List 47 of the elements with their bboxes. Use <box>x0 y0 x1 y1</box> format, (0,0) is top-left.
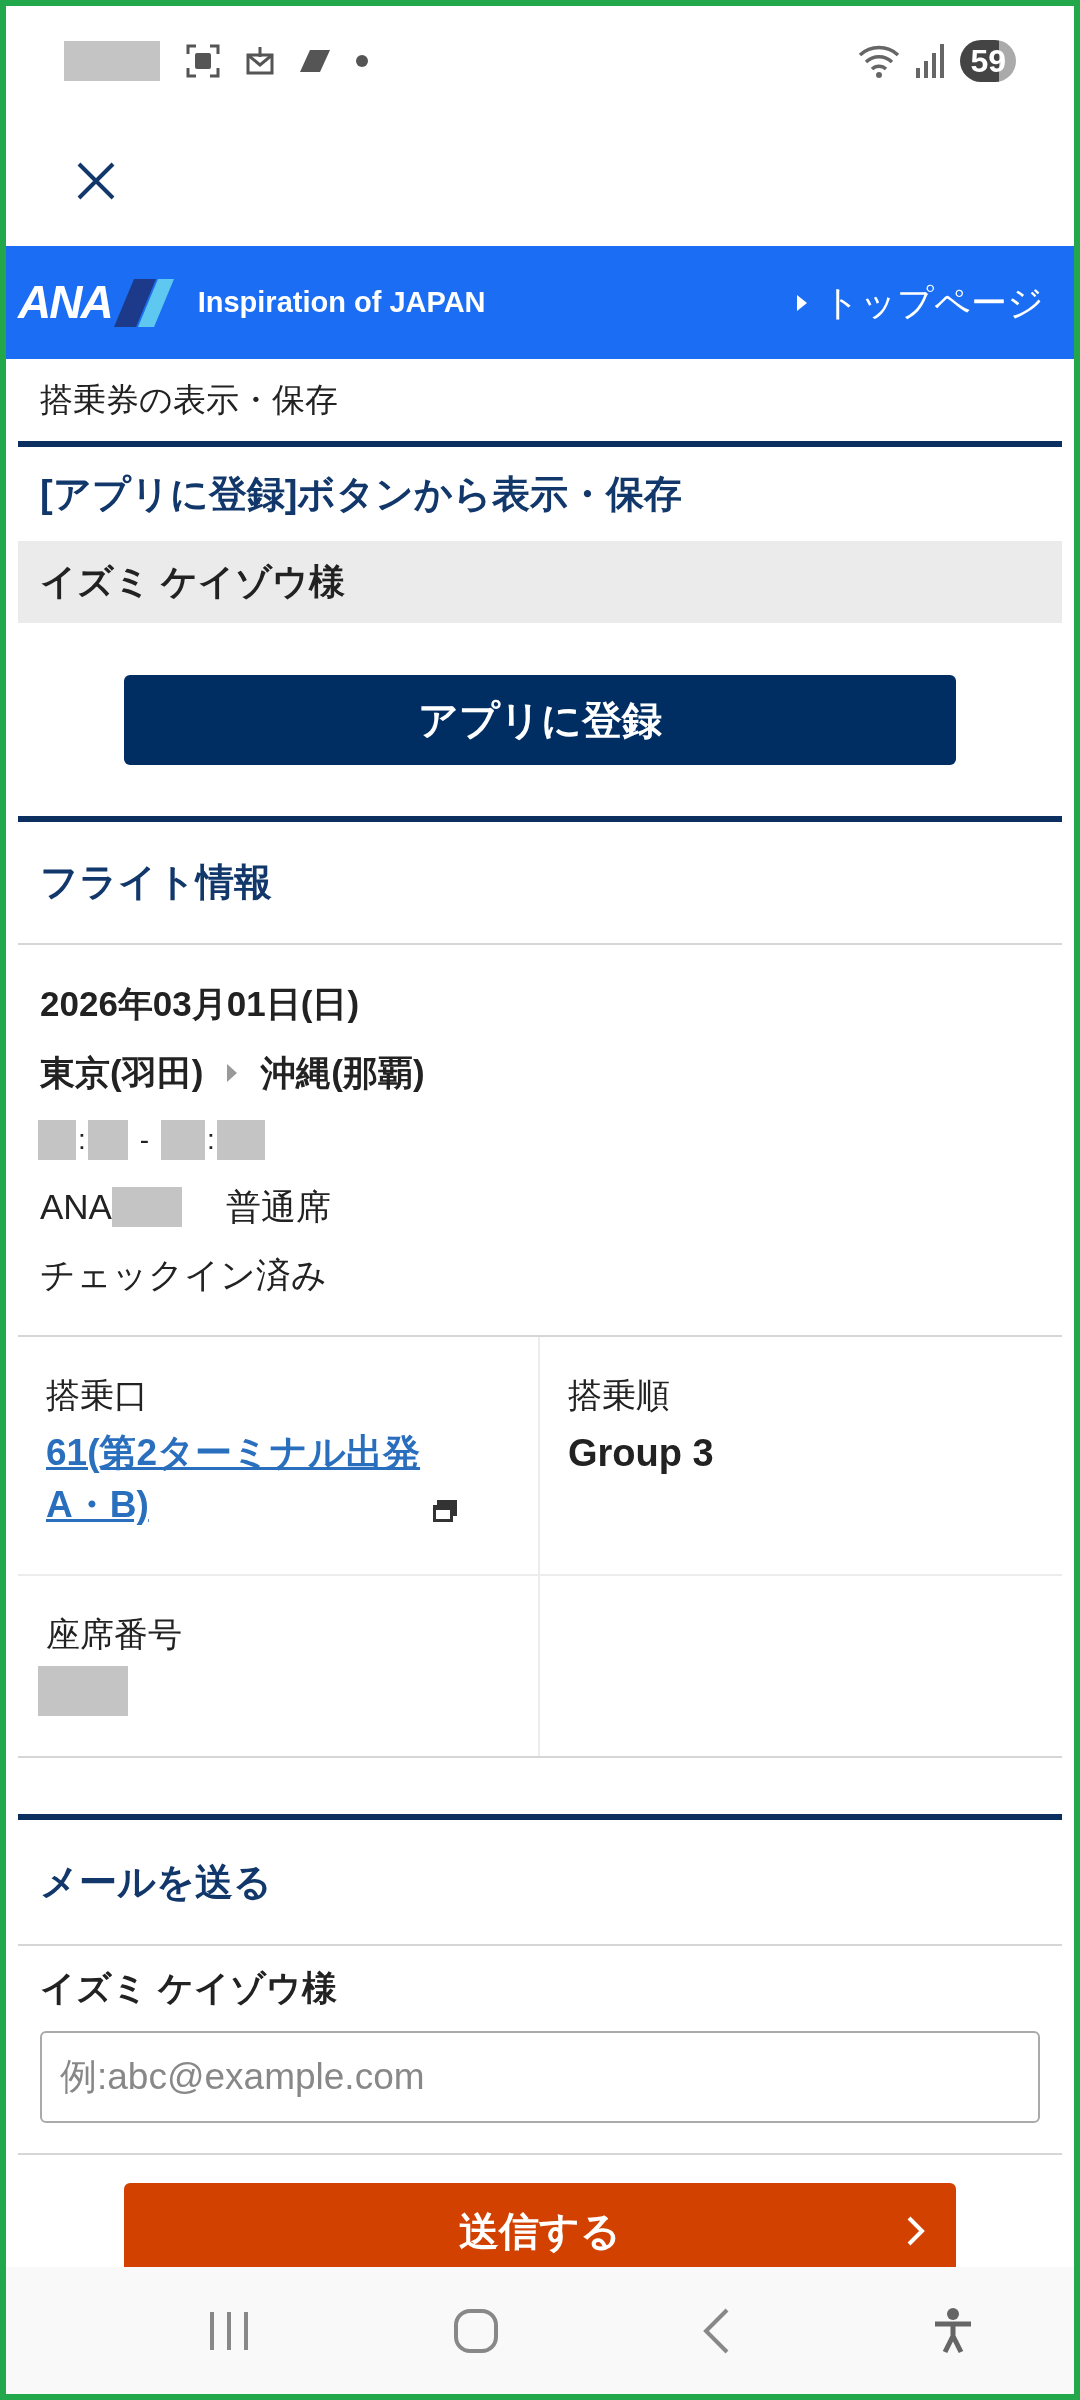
screenshot-icon <box>186 44 220 78</box>
triangle-icon <box>227 1064 238 1082</box>
boarding-group: Group 3 <box>568 1427 1034 1479</box>
dot-icon <box>356 55 368 67</box>
redaction-block <box>111 1187 182 1227</box>
boarding-gate-link[interactable]: 61(第2ターミナル出発 A・B) <box>46 1427 421 1531</box>
time-separator: : <box>207 1123 215 1157</box>
flight-date: 2026年03月01日(日) <box>40 983 361 1025</box>
passenger-name: イズミ ケイゾウ様 <box>40 1967 337 2010</box>
send-button[interactable]: 送信する <box>124 2183 956 2267</box>
mail-icon <box>246 47 274 75</box>
back-icon[interactable] <box>701 2307 730 2354</box>
section-title: フライト情報 <box>40 860 272 905</box>
breadcrumb: 搭乗券の表示・保存 <box>40 380 338 421</box>
cabin-class: 普通席 <box>225 1185 331 1228</box>
field-label: 搭乗口 <box>46 1375 149 1416</box>
airline-code: ANA <box>40 1185 112 1228</box>
departure-airport: 東京(羽田) <box>40 1051 204 1094</box>
redaction-block <box>38 1120 76 1160</box>
chevron-icon <box>906 2215 926 2247</box>
signal-icon <box>916 44 947 78</box>
passenger-name: イズミ ケイゾウ様 <box>40 560 345 604</box>
redaction-block <box>87 1120 128 1160</box>
time-separator: : <box>78 1123 86 1157</box>
parallelogram-icon <box>300 50 330 72</box>
redaction-block <box>161 1120 206 1160</box>
time-separator: - <box>139 1123 150 1157</box>
field-label: 搭乗順 <box>568 1375 671 1416</box>
recent-apps-icon[interactable] <box>207 2309 250 2352</box>
brand-logo: ANA <box>18 275 112 330</box>
home-icon[interactable] <box>452 2307 499 2354</box>
email-field[interactable]: 例:abc@example.com <box>40 2031 1040 2123</box>
battery-indicator: 59 <box>960 40 1016 82</box>
accessibility-icon[interactable] <box>932 2307 973 2354</box>
redaction-block <box>216 1120 265 1160</box>
section-title: [アプリに登録]ボタンから表示・保存 <box>40 471 683 517</box>
brand-tagline: Inspiration of JAPAN <box>197 284 486 320</box>
window-icon <box>432 1499 459 1523</box>
register-app-button[interactable]: アプリに登録 <box>124 674 956 765</box>
section-title: メールを送る <box>40 1859 272 1905</box>
top-page-link[interactable]: トップページ <box>797 275 1044 330</box>
stripes-icon <box>113 278 174 327</box>
close-icon[interactable] <box>76 161 116 201</box>
checkin-status: チェックイン済み <box>40 1254 328 1296</box>
triangle-icon <box>797 294 807 311</box>
arrival-airport: 沖縄(那覇) <box>261 1051 425 1094</box>
field-label: 座席番号 <box>46 1614 183 1655</box>
